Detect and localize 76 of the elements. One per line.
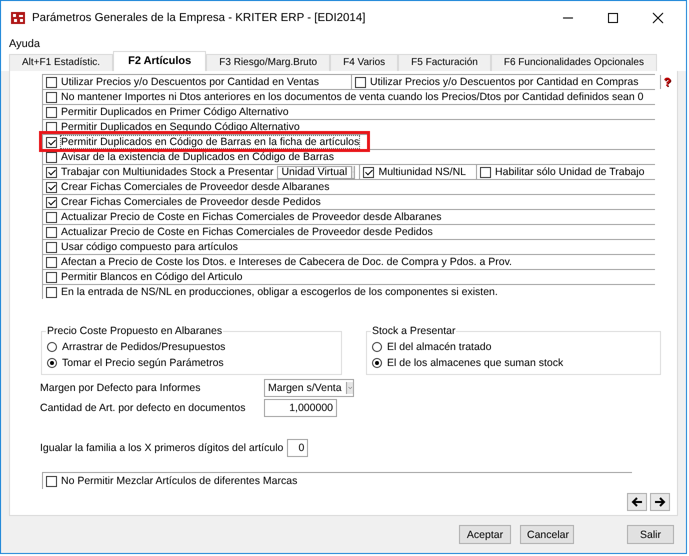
radio-button[interactable] bbox=[372, 342, 382, 352]
margin-select[interactable]: Margen s/Venta bbox=[264, 379, 354, 397]
right-arrow-icon bbox=[654, 496, 666, 508]
checkbox[interactable] bbox=[46, 476, 57, 486]
tab[interactable]: F4 Varios bbox=[330, 54, 398, 71]
radio-button[interactable] bbox=[47, 358, 57, 368]
option-label: Actualizar Precio de Coste en Fichas Comerciales de Proveedor desde Albaranes bbox=[61, 211, 442, 223]
checkbox[interactable] bbox=[363, 166, 374, 178]
app-logo-icon bbox=[10, 10, 26, 26]
help-icon[interactable]: ? bbox=[664, 76, 671, 88]
checkbox[interactable] bbox=[46, 166, 57, 178]
tab[interactable]: F6 Funcionalidades Opcionales bbox=[490, 54, 657, 71]
close-icon[interactable] bbox=[652, 12, 664, 24]
tab[interactable]: Alt+F1 Estadístic. bbox=[9, 54, 114, 71]
option-label: Permitir Duplicados en Primer Código Alternativo bbox=[61, 106, 289, 118]
tab[interactable]: F3 Riesgo/Marg.Bruto bbox=[206, 54, 330, 71]
option-label: Permitir Blancos en Código del Articulo bbox=[61, 271, 243, 283]
dialog-button[interactable]: Salir bbox=[627, 525, 674, 544]
option-label: Afectan a Precio de Coste los Dtos. e Intereses de Cabecera de Doc. de Compra y Pdos. a Prov. bbox=[61, 256, 512, 268]
menu-item[interactable]: Ayuda bbox=[9, 38, 40, 50]
checkbox[interactable] bbox=[480, 166, 492, 178]
option-label: Usar código compuesto para artículos bbox=[61, 241, 238, 253]
left-arrow-icon bbox=[631, 496, 643, 508]
group-title: Precio Coste Propuesto en Albaranes bbox=[46, 325, 224, 337]
checkbox[interactable] bbox=[46, 152, 57, 162]
option-label: Actualizar Precio de Coste en Fichas Comerciales de Proveedor desde Pedidos bbox=[61, 226, 433, 238]
digits-field[interactable]: 0 bbox=[287, 439, 308, 457]
field-label: Margen por Defecto para Informes bbox=[40, 382, 202, 394]
field-label: Cantidad de Art. por defecto en documentos bbox=[40, 402, 246, 414]
tab[interactable]: F5 Facturación bbox=[398, 54, 491, 71]
option-label: Multiunidad NS/NL bbox=[378, 166, 466, 178]
field-label: Stock a Presentar bbox=[190, 166, 274, 178]
dialog-button[interactable]: Cancelar bbox=[520, 525, 574, 544]
checkbox[interactable] bbox=[46, 272, 57, 282]
field-label: Igualar la familia a los X primeros dígitos del artículo bbox=[40, 442, 284, 454]
checkbox[interactable] bbox=[46, 212, 57, 222]
checkbox[interactable] bbox=[46, 122, 57, 132]
option-label: Habilitar sólo Unidad de Trabajo bbox=[495, 166, 644, 178]
radio-button[interactable] bbox=[47, 342, 57, 352]
dialog-button[interactable]: Aceptar bbox=[459, 525, 511, 544]
option-label: Trabajar con Multiunidades bbox=[61, 166, 186, 178]
quantity-field[interactable]: 1,000000 bbox=[264, 399, 337, 417]
checkbox[interactable] bbox=[46, 226, 57, 238]
radio-button[interactable] bbox=[372, 358, 382, 368]
checkbox[interactable] bbox=[46, 182, 57, 192]
option-label: Arrastrar de Pedidos/Presupuestos bbox=[62, 341, 226, 353]
dropdown-icon bbox=[346, 382, 353, 394]
option-label: No mantener Importes ni Dtos anteriores en los documentos de venta cuando los Precios/Dtos por Cantidad definidos sean 0 bbox=[61, 91, 644, 103]
option-label: El del almacén tratado bbox=[387, 341, 492, 353]
maximize-icon[interactable] bbox=[607, 12, 619, 24]
checkbox[interactable] bbox=[46, 286, 57, 298]
option-label: Avisar de la existencia de Duplicados en Código de Barras bbox=[61, 151, 334, 163]
option-label: Utilizar Precios y/o Descuentos por Cantidad en Compras bbox=[370, 76, 638, 88]
option-label: El de los almacenes que suman stock bbox=[387, 357, 564, 369]
checkbox[interactable] bbox=[46, 106, 57, 118]
option-label: Tomar el Precio según Parámetros bbox=[62, 357, 224, 369]
option-label: Permitir Duplicados en Código de Barras en la ficha de artículos bbox=[61, 136, 360, 148]
option-label: Utilizar Precios y/o Descuentos por Cantidad en Ventas bbox=[61, 76, 319, 88]
checkbox[interactable] bbox=[46, 136, 57, 148]
option-label: En la entrada de NS/NL en producciones, obligar a escogerlos de los componentes si existen. bbox=[61, 286, 498, 298]
group-title: Stock a Presentar bbox=[371, 325, 456, 337]
checkbox[interactable] bbox=[46, 196, 57, 208]
option-label: Crear Fichas Comerciales de Proveedor desde Pedidos bbox=[61, 196, 321, 208]
checkbox[interactable] bbox=[46, 256, 57, 268]
checkbox[interactable] bbox=[46, 92, 57, 102]
window-title: Parámetros Generales de la Empresa - KRITER ERP - [EDI2014] bbox=[32, 12, 366, 24]
option-label: No Permitir Mezclar Artículos de diferentes Marcas bbox=[61, 475, 298, 487]
option-label: Crear Fichas Comerciales de Proveedor desde Albaranes bbox=[61, 181, 330, 193]
next-button[interactable] bbox=[650, 493, 670, 511]
option-label: Permitir Duplicados en Segundo Código Alternativo bbox=[61, 121, 300, 133]
tab[interactable]: F2 Artículos bbox=[113, 51, 206, 71]
previous-button[interactable] bbox=[627, 493, 647, 511]
checkbox[interactable] bbox=[355, 76, 366, 88]
checkbox[interactable] bbox=[46, 76, 57, 88]
unit-select[interactable]: Unidad Virtual bbox=[277, 166, 356, 178]
checkbox[interactable] bbox=[46, 242, 57, 252]
